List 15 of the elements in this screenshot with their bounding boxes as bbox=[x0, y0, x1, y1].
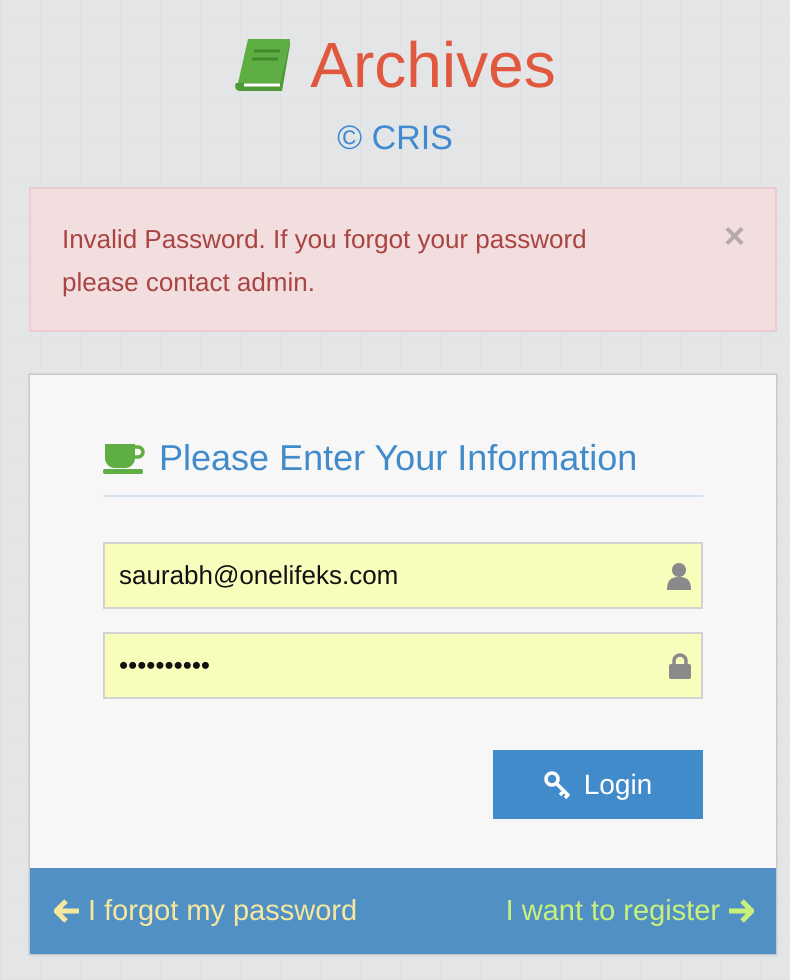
lock-icon bbox=[669, 652, 691, 678]
forgot-password-link[interactable]: I forgot my password bbox=[54, 894, 358, 928]
copyright-text: © CRIS bbox=[337, 118, 453, 159]
app-title: Archives bbox=[310, 28, 556, 102]
form-heading: Please Enter Your Information bbox=[159, 437, 638, 479]
error-message: Invalid Password. If you forgot your password please contact admin. bbox=[62, 223, 588, 299]
user-icon bbox=[667, 562, 691, 590]
email-field[interactable]: saurabh@onelifeks.com bbox=[103, 542, 703, 609]
coffee-cup-icon bbox=[103, 442, 145, 474]
arrow-left-icon bbox=[54, 899, 80, 923]
login-button[interactable]: Login bbox=[493, 750, 703, 819]
register-link[interactable]: I want to register bbox=[506, 894, 754, 928]
arrow-right-icon bbox=[728, 899, 754, 923]
password-field[interactable]: •••••••••• bbox=[103, 632, 703, 699]
key-icon bbox=[544, 770, 572, 798]
